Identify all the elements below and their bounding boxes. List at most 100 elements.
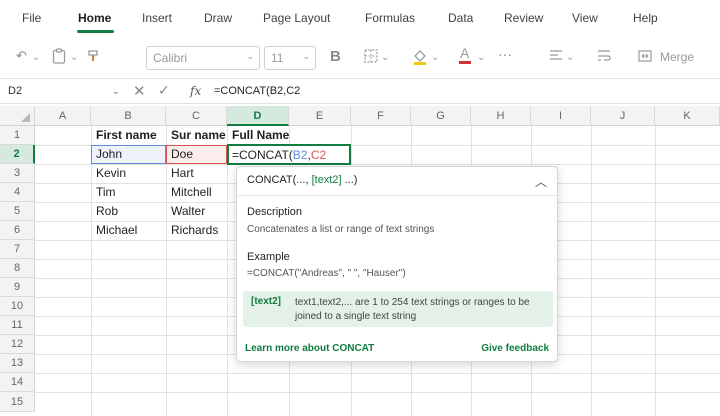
select-all-corner[interactable] xyxy=(0,106,35,126)
wrap-text-icon[interactable] xyxy=(596,48,612,68)
row-header-3[interactable]: 3 xyxy=(0,164,35,183)
font-color-icon[interactable]: A xyxy=(456,45,474,69)
cell-c1[interactable]: Sur name xyxy=(167,128,226,142)
active-cell-d2[interactable]: =CONCAT(B2,C2 xyxy=(227,144,351,165)
row-header-11[interactable]: 11 xyxy=(0,316,35,335)
row-header-4[interactable]: 4 xyxy=(0,183,35,202)
home-toolbar: ↶ ⌄ ⌄ Calibri ⌄ 11 ⌄ B ⌄ ⌄ A ⌄ ··· ⌄ Mer xyxy=(0,36,720,78)
cell-d1[interactable]: Full Name xyxy=(228,128,289,142)
fill-color-icon[interactable] xyxy=(411,47,429,69)
row-header-8[interactable]: 8 xyxy=(0,259,35,278)
row-header-12[interactable]: 12 xyxy=(0,335,35,354)
row-header-9[interactable]: 9 xyxy=(0,278,35,297)
column-header-f[interactable]: F xyxy=(351,106,411,126)
column-header-b[interactable]: B xyxy=(91,106,166,126)
cell-c5[interactable]: Walter xyxy=(167,204,205,218)
borders-icon[interactable] xyxy=(363,48,379,68)
tab-help[interactable]: Help xyxy=(633,11,658,25)
cell-b1[interactable]: First name xyxy=(92,128,157,142)
font-name-value: Calibri xyxy=(153,51,188,65)
column-header-k[interactable]: K xyxy=(655,106,720,126)
insert-function-icon[interactable]: fx xyxy=(190,84,201,98)
column-header-h[interactable]: H xyxy=(471,106,531,126)
signature-prefix: CONCAT(..., xyxy=(247,174,309,186)
argument-highlight: [text2] text1,text2,... are 1 to 254 tex… xyxy=(243,291,553,327)
gridline xyxy=(35,373,720,374)
cell-c4[interactable]: Mitchell xyxy=(167,185,212,199)
give-feedback-link[interactable]: Give feedback xyxy=(481,343,549,354)
check-icon[interactable]: ✓ xyxy=(158,82,170,99)
cell-b6[interactable]: Michael xyxy=(92,223,137,237)
svg-text:A: A xyxy=(460,45,470,61)
column-header-j[interactable]: J xyxy=(591,106,655,126)
row-header-13[interactable]: 13 xyxy=(0,354,35,373)
ribbon-tabs: File Home Insert Draw Page Layout Formul… xyxy=(0,0,720,36)
row-header-6[interactable]: 6 xyxy=(0,221,35,240)
merge-icon[interactable] xyxy=(637,48,653,68)
chevron-up-icon[interactable]: ︿ xyxy=(535,173,547,190)
cell-c6[interactable]: Richards xyxy=(167,223,218,237)
tab-insert[interactable]: Insert xyxy=(142,11,172,25)
select-all-icon xyxy=(21,113,30,122)
align-dropdown-icon[interactable]: ⌄ xyxy=(566,50,574,66)
formula-ref-c2: C2 xyxy=(310,148,327,162)
row-header-2[interactable]: 2 xyxy=(0,145,35,164)
fill-color-dropdown-icon[interactable]: ⌄ xyxy=(431,50,439,66)
format-painter-icon[interactable] xyxy=(86,48,102,68)
tab-view[interactable]: View xyxy=(572,11,598,25)
active-tab-indicator xyxy=(77,30,114,33)
function-tooltip: CONCAT(..., [text2] ...) ︿ Description C… xyxy=(236,166,558,362)
cell-b5[interactable]: Rob xyxy=(92,204,118,218)
font-size-select[interactable]: 11 ⌄ xyxy=(264,46,316,70)
font-color-dropdown-icon[interactable]: ⌄ xyxy=(477,50,485,66)
row-header-15[interactable]: 15 xyxy=(0,392,35,412)
row-header-5[interactable]: 5 xyxy=(0,202,35,221)
signature-current-arg: [text2] xyxy=(311,174,342,186)
tab-file[interactable]: File xyxy=(22,11,41,25)
tab-review[interactable]: Review xyxy=(504,11,543,25)
cell-b4[interactable]: Tim xyxy=(92,185,116,199)
example-text: =CONCAT("Andreas", " ", "Hauser") xyxy=(247,268,406,279)
argument-name: [text2] xyxy=(251,296,282,307)
row-header-10[interactable]: 10 xyxy=(0,297,35,316)
formula-bar: D2 ⌄ ✕ ✓ fx =CONCAT(B2,C2 xyxy=(0,78,720,104)
learn-more-link[interactable]: Learn more about CONCAT xyxy=(245,343,374,354)
more-options-icon[interactable]: ··· xyxy=(498,46,512,62)
description-text: Concatenates a list or range of text str… xyxy=(247,224,435,235)
row-header-14[interactable]: 14 xyxy=(0,373,35,392)
cell-c2[interactable]: Doe xyxy=(167,147,193,161)
function-signature: CONCAT(..., [text2] ...) xyxy=(247,174,357,186)
cell-b3[interactable]: Kevin xyxy=(92,166,126,180)
borders-dropdown-icon[interactable]: ⌄ xyxy=(381,50,389,66)
divider xyxy=(237,195,557,196)
undo-icon[interactable]: ↶ xyxy=(16,48,27,64)
tab-page-layout[interactable]: Page Layout xyxy=(263,11,330,25)
tab-formulas[interactable]: Formulas xyxy=(365,11,415,25)
cell-b2[interactable]: John xyxy=(92,147,122,161)
column-header-d[interactable]: D xyxy=(227,106,289,126)
merge-button-label[interactable]: Merge xyxy=(660,50,694,64)
tab-home[interactable]: Home xyxy=(78,11,111,25)
row-header-1[interactable]: 1 xyxy=(0,126,35,145)
column-header-i[interactable]: I xyxy=(531,106,591,126)
chevron-down-icon[interactable]: ⌄ xyxy=(112,86,120,97)
paste-icon[interactable] xyxy=(52,48,66,68)
bold-button[interactable]: B xyxy=(330,48,341,65)
formula-ref-b2: B2 xyxy=(292,148,308,162)
align-icon[interactable] xyxy=(548,48,564,68)
font-name-select[interactable]: Calibri ⌄ xyxy=(146,46,260,70)
column-header-g[interactable]: G xyxy=(411,106,471,126)
paste-dropdown-icon[interactable]: ⌄ xyxy=(70,50,78,66)
formula-input[interactable]: =CONCAT(B2,C2 xyxy=(214,85,300,97)
name-box[interactable]: D2 xyxy=(8,85,22,97)
undo-dropdown-icon[interactable]: ⌄ xyxy=(32,50,40,66)
column-header-a[interactable]: A xyxy=(35,106,91,126)
gridline xyxy=(35,392,720,393)
row-header-7[interactable]: 7 xyxy=(0,240,35,259)
tab-data[interactable]: Data xyxy=(448,11,473,25)
cancel-icon[interactable]: ✕ xyxy=(133,82,146,100)
tab-draw[interactable]: Draw xyxy=(204,11,232,25)
cell-c3[interactable]: Hart xyxy=(167,166,194,180)
column-header-e[interactable]: E xyxy=(289,106,351,126)
column-header-c[interactable]: C xyxy=(166,106,227,126)
